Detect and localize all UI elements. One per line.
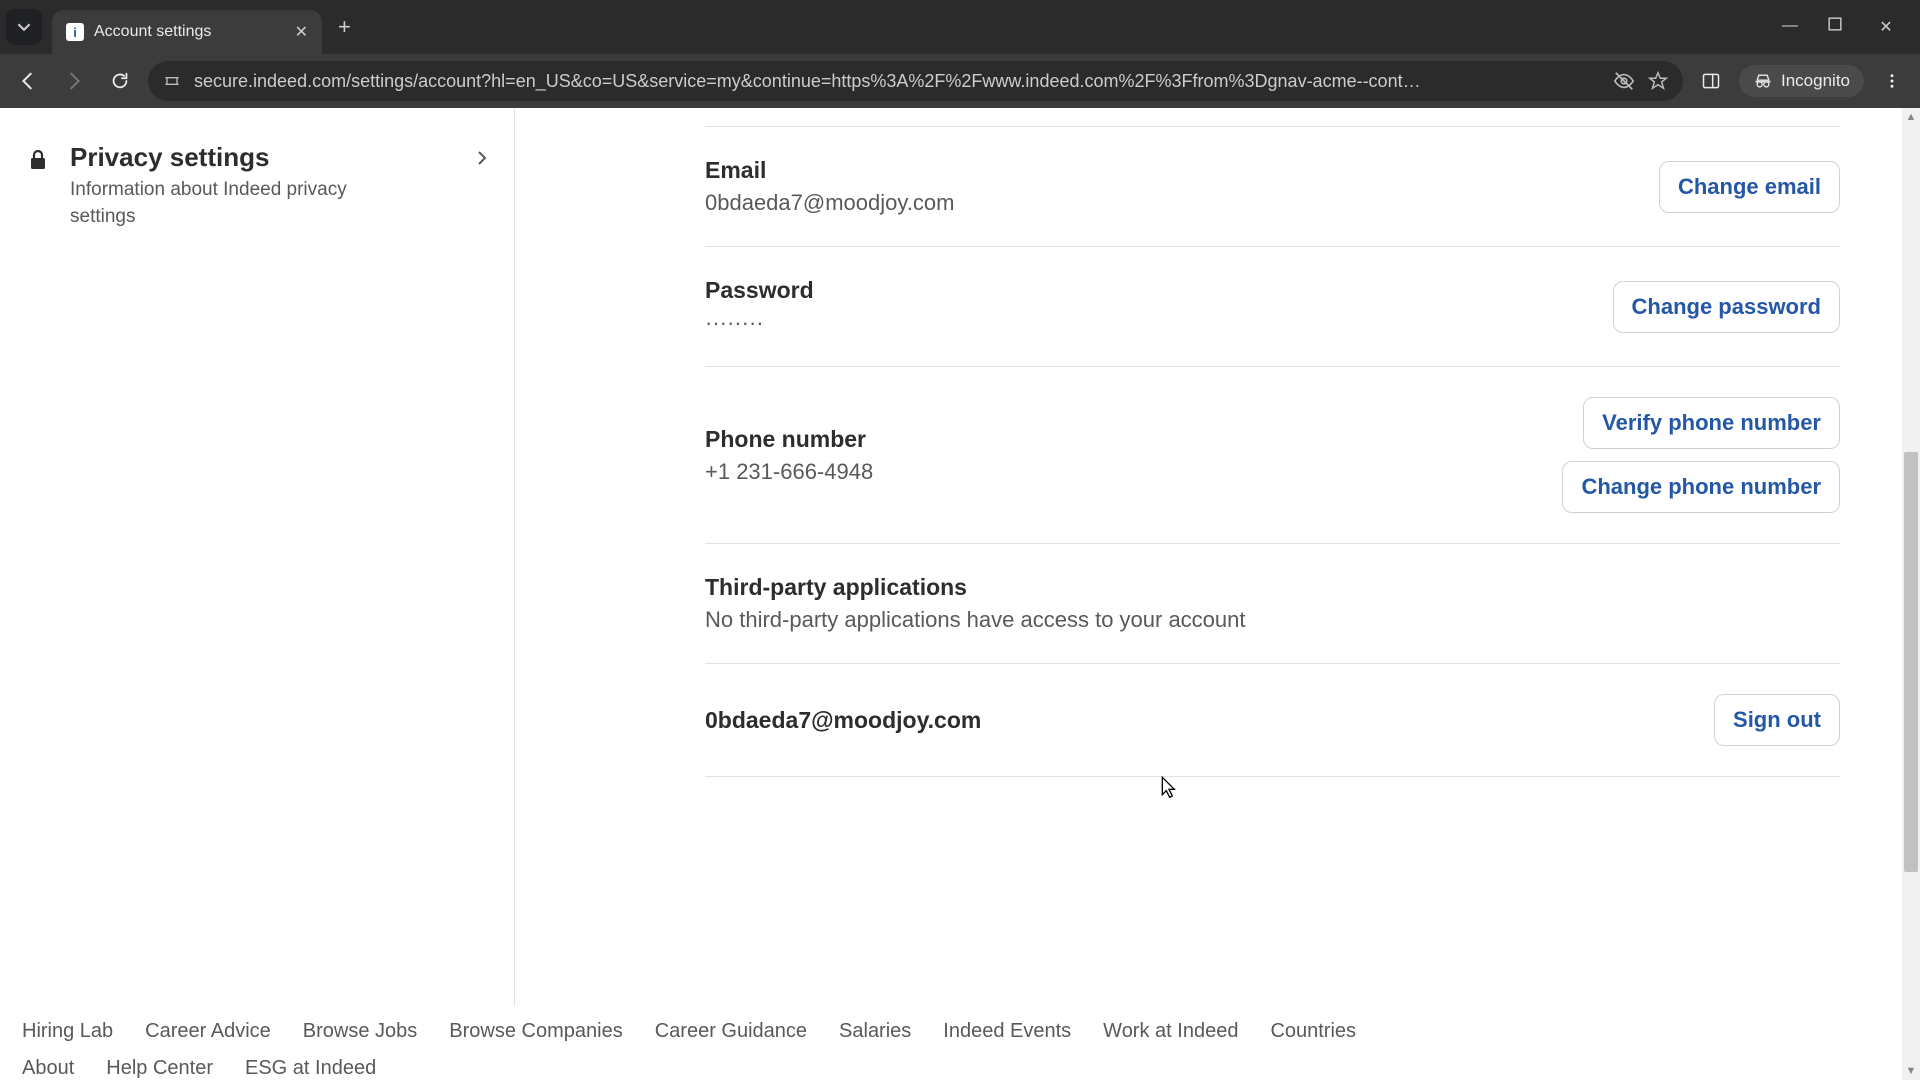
url-text: secure.indeed.com/settings/account?hl=en… [194,71,1601,92]
tab-title: Account settings [94,23,211,41]
incognito-icon [1753,71,1773,91]
footer-link[interactable]: About [22,1057,74,1080]
thirdparty-label: Third-party applications [705,574,1246,601]
footer-row1: Hiring Lab Career Advice Browse Jobs Bro… [22,1020,1898,1043]
footer-link[interactable]: Help Center [106,1057,213,1080]
email-value: 0bdaeda7@moodjoy.com [705,190,954,216]
phone-value: +1 231-666-4948 [705,459,873,485]
titlebar: i Account settings ✕ + ― ✕ [0,0,1920,54]
footer-row2: About Help Center ESG at Indeed [22,1057,1898,1080]
incognito-label: Incognito [1781,71,1850,91]
back-button[interactable] [10,63,46,99]
browser-tab[interactable]: i Account settings ✕ [52,10,322,54]
row-thirdparty: Third-party applications No third-party … [705,544,1840,664]
row-email: Email 0bdaeda7@moodjoy.com Change email [705,126,1840,247]
footer-link[interactable]: Browse Jobs [303,1020,418,1043]
footer-link[interactable]: Work at Indeed [1103,1020,1238,1043]
row-password: Password ········ Change password [705,247,1840,367]
footer-link[interactable]: ESG at Indeed [245,1057,376,1080]
footer: Hiring Lab Career Advice Browse Jobs Bro… [0,1006,1920,1080]
verify-phone-button[interactable]: Verify phone number [1583,397,1840,449]
change-password-button[interactable]: Change password [1613,281,1840,333]
password-label: Password [705,277,814,304]
email-label: Email [705,157,954,184]
change-phone-button[interactable]: Change phone number [1562,461,1840,513]
site-info-icon[interactable] [162,71,182,91]
tab-close-button[interactable]: ✕ [295,22,308,42]
footer-link[interactable]: Hiring Lab [22,1020,113,1043]
forward-button[interactable] [56,63,92,99]
signout-button[interactable]: Sign out [1714,694,1840,746]
signout-email: 0bdaeda7@moodjoy.com [705,707,981,734]
sidebar-item-privacy[interactable]: Privacy settings Information about Indee… [0,128,514,244]
phone-label: Phone number [705,426,873,453]
close-window-button[interactable]: ✕ [1876,17,1896,37]
footer-link[interactable]: Browse Companies [449,1020,622,1043]
bookmark-star-icon[interactable] [1647,70,1669,92]
chevron-right-icon [474,150,490,166]
maximize-button[interactable] [1828,17,1848,37]
account-main: Email 0bdaeda7@moodjoy.com Change email … [515,108,1920,1080]
footer-link[interactable]: Career Guidance [655,1020,807,1043]
thirdparty-value: No third-party applications have access … [705,607,1246,633]
scroll-down-arrow[interactable]: ▼ [1902,1062,1920,1080]
lock-icon [24,146,52,174]
new-tab-button[interactable]: + [338,14,351,40]
change-email-button[interactable]: Change email [1659,161,1840,213]
scroll-up-arrow[interactable]: ▲ [1902,108,1920,126]
sidebar-item-desc: Information about Indeed privacy setting… [70,177,390,230]
vertical-scrollbar[interactable]: ▲ ▼ [1902,108,1920,1080]
tab-search-button[interactable] [6,9,42,45]
row-signout: 0bdaeda7@moodjoy.com Sign out [705,664,1840,777]
side-panel-button[interactable] [1693,63,1729,99]
footer-link[interactable]: Salaries [839,1020,911,1043]
settings-sidebar: Privacy settings Information about Indee… [0,108,515,1080]
browser-window: i Account settings ✕ + ― ✕ secure.ind [0,0,1920,1080]
window-controls: ― ✕ [1780,17,1920,37]
url-input[interactable]: secure.indeed.com/settings/account?hl=en… [148,61,1683,101]
incognito-badge[interactable]: Incognito [1739,65,1864,97]
sidebar-item-title: Privacy settings [70,142,456,173]
footer-link[interactable]: Countries [1270,1020,1356,1043]
scroll-thumb[interactable] [1904,452,1918,872]
reload-button[interactable] [102,63,138,99]
row-phone: Phone number +1 231-666-4948 Verify phon… [705,367,1840,544]
address-bar: secure.indeed.com/settings/account?hl=en… [0,54,1920,108]
footer-link[interactable]: Indeed Events [943,1020,1071,1043]
browser-menu-button[interactable] [1874,63,1910,99]
favicon-icon: i [66,23,84,41]
eye-off-icon[interactable] [1613,70,1635,92]
page-content: Privacy settings Information about Indee… [0,108,1920,1080]
sidebar-item-text: Privacy settings Information about Indee… [70,142,456,230]
footer-link[interactable]: Career Advice [145,1020,271,1043]
minimize-button[interactable]: ― [1780,17,1800,37]
password-value: ········ [705,310,814,336]
